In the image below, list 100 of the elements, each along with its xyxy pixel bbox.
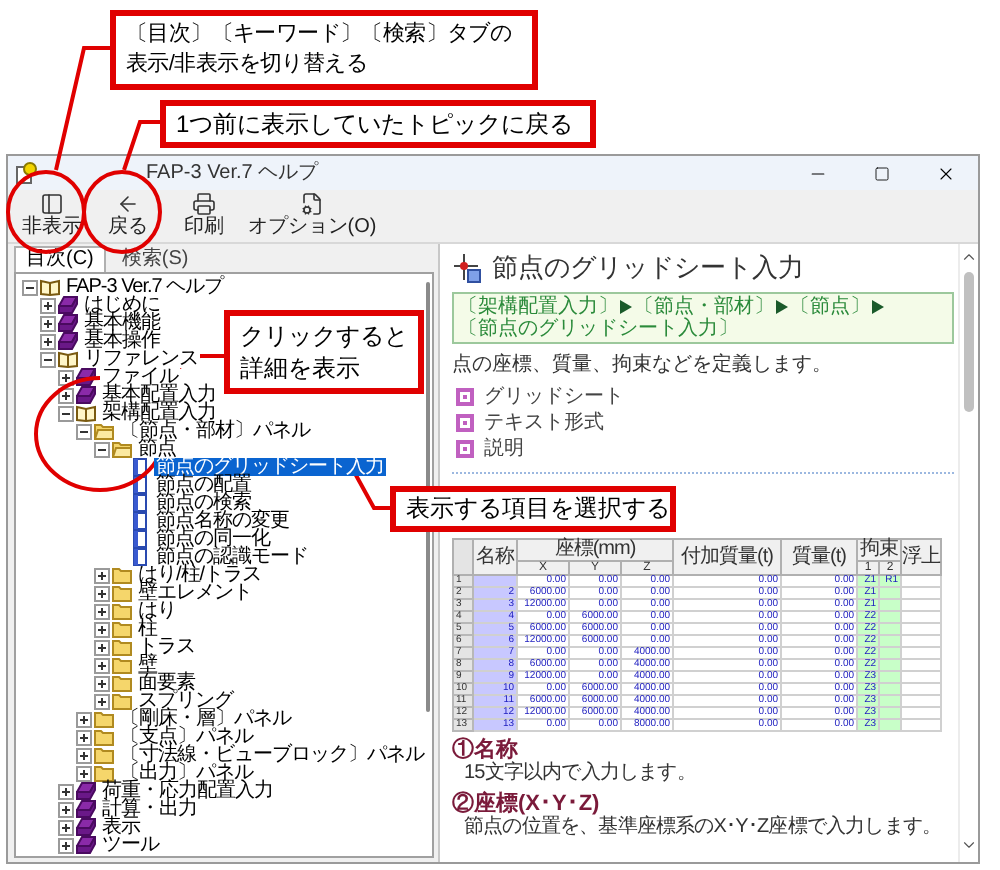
callout-note: 表示する項目を選択する: [390, 486, 676, 532]
tree-item[interactable]: 面要素: [136, 674, 197, 692]
plus-box-icon[interactable]: [94, 585, 110, 601]
minus-box-icon[interactable]: [58, 405, 74, 421]
toolbar-button[interactable]: オプション(O): [242, 191, 382, 241]
scrollbar-thumb[interactable]: [964, 272, 974, 412]
tree-item[interactable]: 壁: [136, 656, 159, 674]
topic-link[interactable]: グリッドシート: [484, 385, 624, 409]
minus-box-icon[interactable]: [22, 279, 38, 295]
printer-icon: [192, 191, 216, 215]
tree-item[interactable]: スプリング: [136, 692, 235, 710]
plus-box-icon[interactable]: [94, 567, 110, 583]
plus-box-icon[interactable]: [58, 819, 74, 835]
tree-item[interactable]: 表示: [100, 818, 142, 836]
plus-box-icon[interactable]: [94, 621, 110, 637]
breadcrumb-link[interactable]: 〔節点〕: [790, 296, 870, 318]
book-icon: [76, 800, 96, 818]
document-icon: [130, 512, 150, 530]
plus-box-icon[interactable]: [58, 783, 74, 799]
tree-item[interactable]: 節点名称の変更: [154, 512, 291, 530]
plus-box-icon[interactable]: [94, 675, 110, 691]
plus-box-icon[interactable]: [58, 837, 74, 853]
scrollbar-thumb[interactable]: [425, 282, 429, 712]
topic-title: 節点のグリッドシート入力: [492, 250, 804, 287]
plus-box-icon[interactable]: [40, 333, 56, 349]
open-book-icon: [76, 404, 96, 422]
topic-link[interactable]: 説明: [484, 437, 524, 461]
plus-box-icon[interactable]: [94, 657, 110, 673]
document-gear-icon: [300, 191, 324, 215]
plus-box-icon[interactable]: [94, 639, 110, 655]
toolbar-button[interactable]: 戻る: [90, 191, 166, 241]
section-heading: ①名称: [452, 738, 518, 762]
tree-item[interactable]: 計算・出力: [100, 800, 199, 818]
document-icon: [130, 458, 150, 476]
tree-item[interactable]: 基本操作: [82, 332, 162, 350]
document-icon: [130, 494, 150, 512]
breadcrumb-link[interactable]: 〔節点のグリッドシート入力〕: [458, 318, 738, 340]
plus-box-icon[interactable]: [58, 801, 74, 817]
plus-box-icon[interactable]: [40, 297, 56, 313]
scroll-down-icon[interactable]: [960, 836, 978, 854]
tree-item[interactable]: リファレンス: [82, 350, 200, 368]
tree-item[interactable]: ファイル: [100, 368, 180, 386]
toolbar-button[interactable]: 印刷: [166, 191, 242, 241]
open-folder-icon: [112, 440, 132, 458]
tree-item[interactable]: はじめに: [82, 296, 162, 314]
open-book-icon: [40, 278, 60, 296]
scroll-up-icon[interactable]: [960, 248, 978, 266]
triangle-icon: [872, 300, 884, 314]
tree-item[interactable]: 柱: [136, 620, 159, 638]
plus-box-icon[interactable]: [76, 729, 92, 745]
breadcrumb-link[interactable]: 〔節点・部材〕: [634, 296, 774, 318]
tree-item[interactable]: 基本配置入力: [100, 386, 218, 404]
tree-item[interactable]: 節点: [136, 440, 178, 458]
section-heading: ②座標(X･Y･Z): [452, 792, 600, 816]
tree-item[interactable]: ツール: [100, 836, 161, 854]
plus-box-icon[interactable]: [76, 765, 92, 781]
tree-item[interactable]: 壁エレメント: [136, 584, 254, 602]
topic-icon: [456, 414, 474, 432]
callout-note: 〔目次〕〔キーワード〕〔検索〕タブの 表示/非表示を切り替える: [110, 10, 538, 90]
tree-item[interactable]: 節点の認識モード: [154, 548, 310, 566]
maximize-icon: [874, 165, 890, 181]
tree-item[interactable]: 基本機能: [82, 314, 162, 332]
triangle-icon: [620, 300, 632, 314]
plus-box-icon[interactable]: [76, 747, 92, 763]
tree-item[interactable]: FAP-3 Ver.7 ヘルプ: [64, 278, 226, 296]
tree-item[interactable]: 節点の同一化: [154, 530, 272, 548]
tree-item[interactable]: はり/柱/トラス: [136, 566, 264, 584]
panel-icon: [40, 191, 64, 215]
topic-icon: [456, 388, 474, 406]
column-header: 拘束: [857, 539, 902, 561]
breadcrumb-link[interactable]: 〔架構配置入力〕: [458, 296, 618, 318]
plus-box-icon[interactable]: [76, 711, 92, 727]
column-header: 座標(mm): [517, 539, 674, 561]
window-title: FAP-3 Ver.7 ヘルプ: [146, 159, 319, 188]
tree-item[interactable]: 架構配置入力: [100, 404, 218, 422]
tree-item[interactable]: はり: [136, 602, 178, 620]
document-icon: [130, 548, 150, 566]
plus-box-icon[interactable]: [40, 315, 56, 331]
node-grid-icon: [452, 253, 482, 283]
section-text: 15文字以内で入力します。: [462, 762, 698, 786]
book-icon: [58, 296, 78, 314]
minus-box-icon[interactable]: [94, 441, 110, 457]
callout-note: クリックすると 詳細を表示: [224, 310, 424, 394]
tree-item[interactable]: 荷重・応力配置入力: [100, 782, 275, 800]
book-icon: [76, 386, 96, 404]
plus-box-icon[interactable]: [94, 603, 110, 619]
section-text: 節点の位置を、基準座標系のX･Y･Z座標で入力します。: [462, 816, 944, 840]
column-header: 付加質量(t): [673, 539, 782, 575]
minus-box-icon[interactable]: [76, 423, 92, 439]
book-icon: [58, 332, 78, 350]
topic-link[interactable]: テキスト形式: [484, 411, 604, 435]
plus-box-icon[interactable]: [94, 693, 110, 709]
plus-box-icon[interactable]: [58, 369, 74, 385]
column-header: 名称: [473, 539, 517, 575]
tree-item[interactable]: 節点の配置: [154, 476, 253, 494]
close-icon: [936, 163, 956, 183]
tree-item[interactable]: 節点の検索: [154, 494, 253, 512]
leader-line: [54, 46, 110, 171]
book-icon: [76, 836, 96, 854]
minus-box-icon[interactable]: [40, 351, 56, 367]
